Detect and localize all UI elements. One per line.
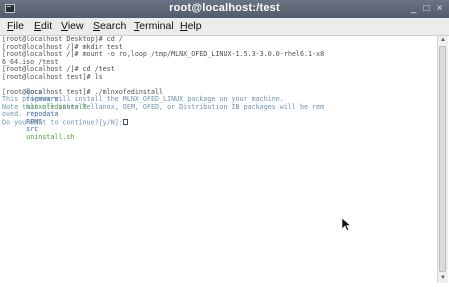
- vertical-scrollbar[interactable]: ▲ ▼: [437, 36, 448, 283]
- continue-prompt-line: Do you want to continue?[y/N]:: [2, 118, 436, 127]
- menu-terminal[interactable]: Terminal: [134, 20, 174, 32]
- menu-view[interactable]: View: [61, 20, 84, 32]
- terminal-window: root@localhost:/test _ □ × File Edit Vie…: [0, 0, 449, 287]
- close-icon[interactable]: ×: [434, 3, 445, 14]
- install-info-line: Note that all other Mellanox, OEM, OFED,…: [2, 102, 325, 111]
- continue-prompt: Do you want to continue?[y/N]:: [2, 118, 123, 126]
- menu-help[interactable]: Help: [180, 20, 202, 32]
- scroll-up-arrow-icon[interactable]: ▲: [438, 36, 448, 45]
- ls-entry-uninstall: uninstall.sh: [26, 132, 75, 141]
- terminal-output[interactable]: [root@localhost Desktop]# cd / [root@loc…: [2, 36, 436, 283]
- menu-bar: File Edit View Search Terminal Help: [0, 18, 449, 36]
- ls-entry-repodata: repodata: [26, 110, 59, 118]
- scroll-thumb[interactable]: [439, 46, 446, 272]
- ls-entry-src: src: [26, 125, 39, 133]
- title-bar[interactable]: root@localhost:/test _ □ ×: [0, 0, 449, 18]
- menu-edit[interactable]: Edit: [34, 20, 52, 32]
- maximize-icon[interactable]: □: [421, 3, 432, 14]
- menu-search[interactable]: Search: [93, 20, 126, 32]
- window-title: root@localhost:/test: [169, 2, 280, 14]
- terminal-line: [root@localhost test]# ls: [2, 72, 103, 81]
- scroll-down-arrow-icon[interactable]: ▼: [438, 274, 448, 283]
- menu-file[interactable]: File: [7, 20, 24, 32]
- mouse-pointer-icon: [342, 218, 351, 231]
- text-cursor[interactable]: [122, 118, 128, 125]
- terminal-line: [root@localhost /]# mount -o ro,loop /tm…: [2, 50, 325, 58]
- minimize-icon[interactable]: _: [408, 3, 419, 14]
